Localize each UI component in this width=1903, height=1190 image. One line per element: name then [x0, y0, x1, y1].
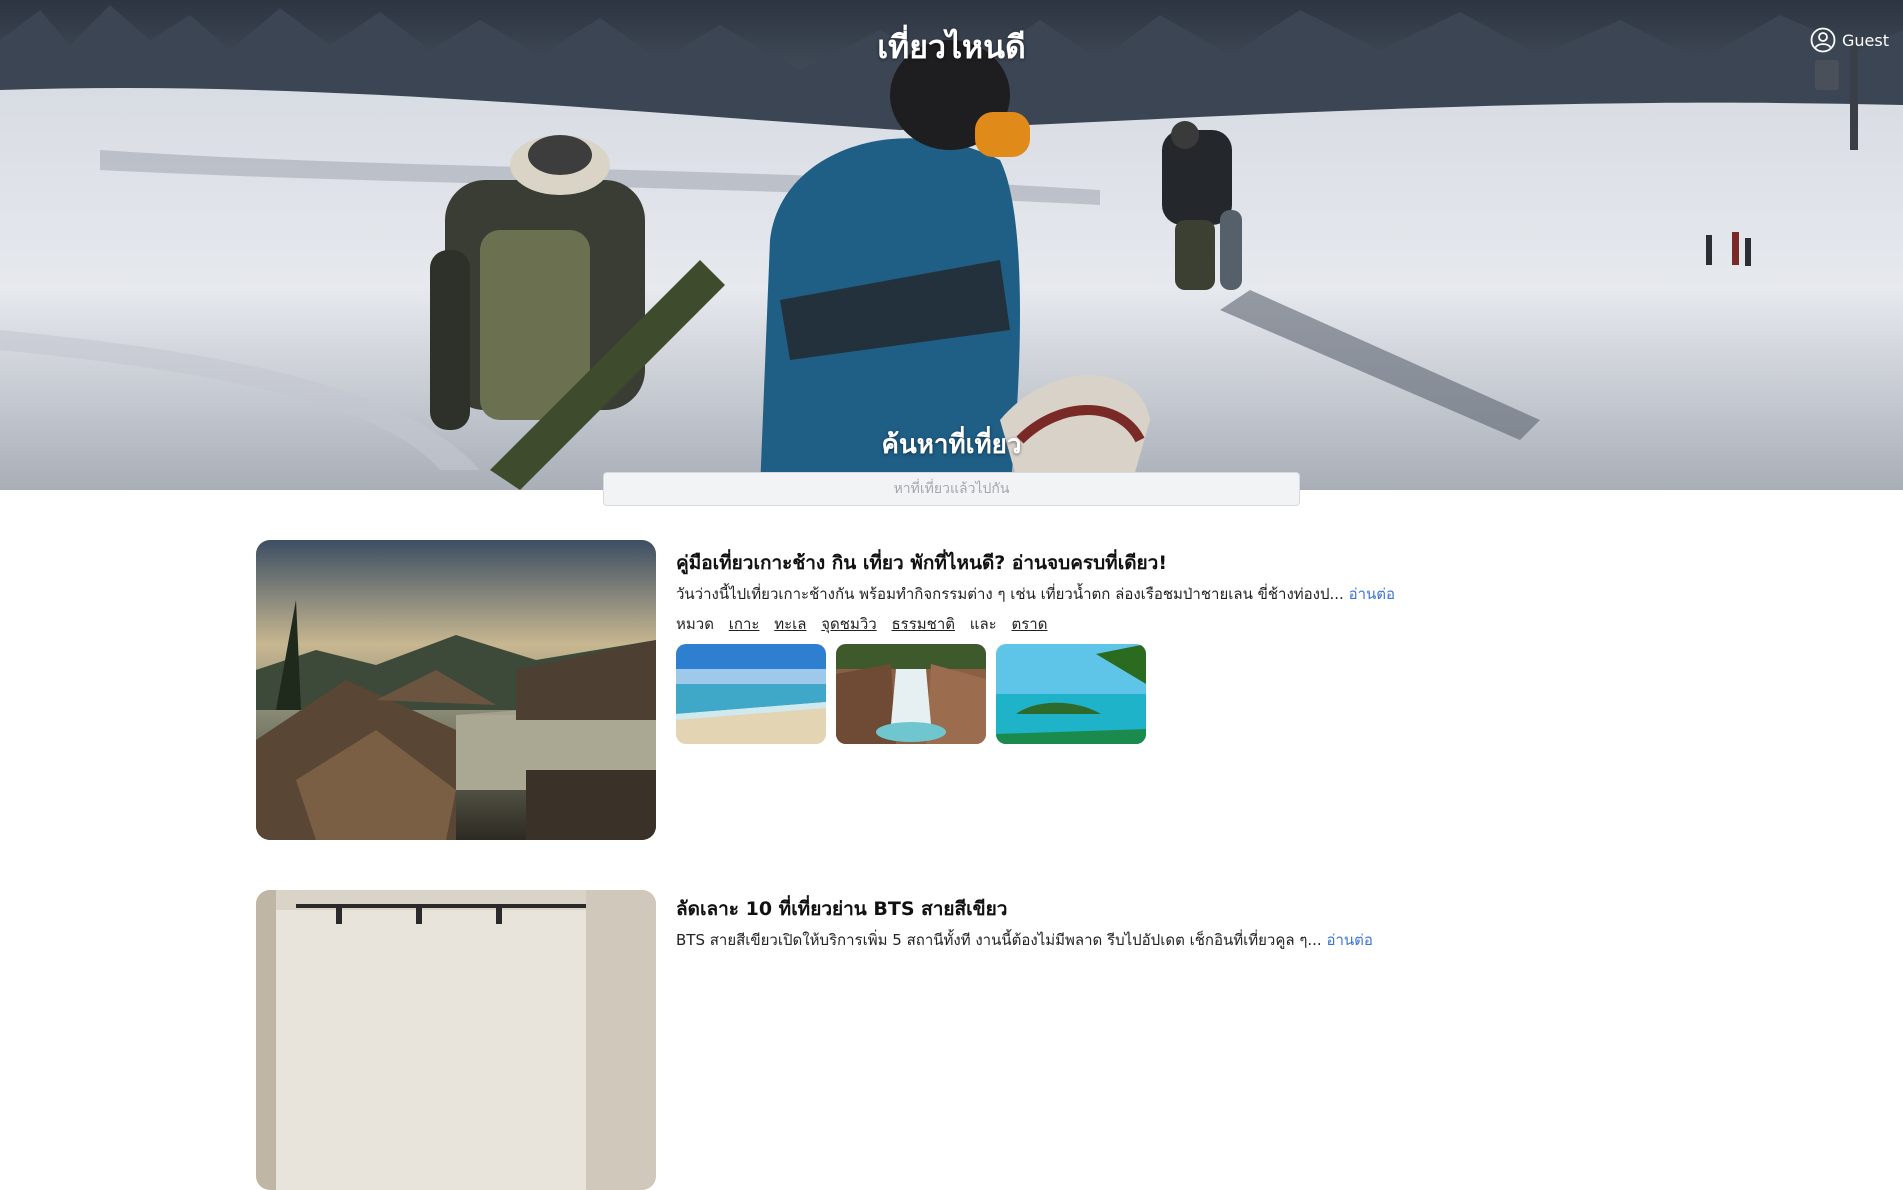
article-card: ลัดเลาะ 10 ที่เที่ยวย่าน BTS สายสีเขียว … [256, 890, 1456, 1190]
tag-link[interactable]: ธรรมชาติ [892, 615, 956, 633]
article-excerpt: วันว่างนี้ไปเที่ยวเกาะช้างกัน พร้อมทำกิจ… [676, 582, 1395, 606]
user-label[interactable]: Guest [1842, 31, 1889, 50]
user-menu[interactable]: Guest [1810, 27, 1889, 53]
article-title[interactable]: ลัดเลาะ 10 ที่เที่ยวย่าน BTS สายสีเขียว [676, 894, 1007, 924]
read-more-link[interactable]: อ่านต่อ [1326, 931, 1372, 949]
article-thumbnail[interactable] [256, 540, 656, 840]
category-label: หมวด [676, 615, 714, 633]
gallery-image-waterfall[interactable] [836, 644, 986, 744]
article-excerpt: BTS สายสีเขียวเปิดให้บริการเพิ่ม 5 สถานี… [676, 928, 1373, 952]
search-heading: ค้นหาที่เที่ยว [881, 430, 1022, 460]
read-more-link[interactable]: อ่านต่อ [1349, 585, 1395, 603]
tag-link[interactable]: ทะเล [774, 615, 806, 633]
and-label: และ [969, 615, 997, 633]
article-thumbnail[interactable] [256, 890, 656, 1190]
excerpt-text: วันว่างนี้ไปเที่ยวเกาะช้างกัน พร้อมทำกิจ… [676, 585, 1344, 603]
site-title[interactable]: เที่ยวไหนดี [0, 22, 1903, 73]
image-gallery [676, 644, 1146, 744]
tag-link[interactable]: ตราด [1012, 615, 1048, 633]
search-input[interactable] [603, 472, 1300, 506]
gallery-image-beach[interactable] [676, 644, 826, 744]
hero-background-image [0, 0, 1903, 490]
user-circle-icon [1810, 27, 1836, 53]
hero-banner: เที่ยวไหนดี Guest ค้นหาที่เที่ยว [0, 0, 1903, 490]
tag-list: หมวด เกาะ ทะเล จุดชมวิว ธรรมชาติ และ ตรา… [676, 612, 1057, 636]
tag-link[interactable]: จุดชมวิว [821, 615, 876, 633]
article-card: คู่มือเที่ยวเกาะช้าง กิน เที่ยว พักที่ไห… [256, 540, 1456, 860]
gallery-image-island[interactable] [996, 644, 1146, 744]
tag-link[interactable]: เกาะ [729, 615, 760, 633]
article-title[interactable]: คู่มือเที่ยวเกาะช้าง กิน เที่ยว พักที่ไห… [676, 548, 1167, 578]
excerpt-text: BTS สายสีเขียวเปิดให้บริการเพิ่ม 5 สถานี… [676, 931, 1322, 949]
